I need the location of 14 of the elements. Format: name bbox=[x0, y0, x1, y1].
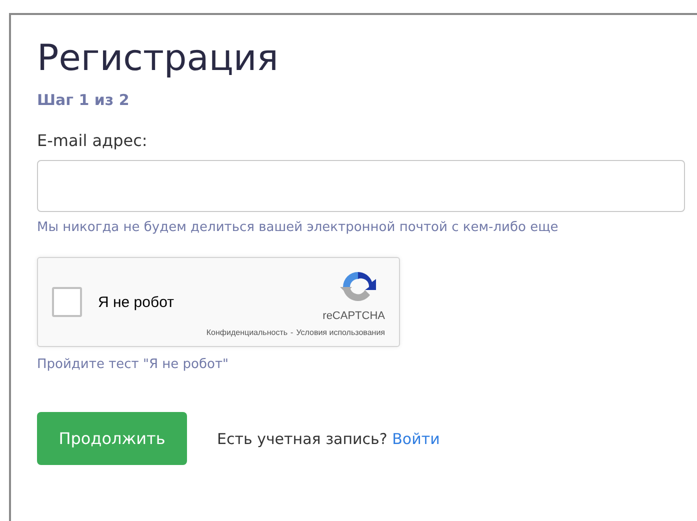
email-field[interactable] bbox=[37, 160, 685, 212]
captcha-label: Я не робот bbox=[98, 294, 174, 310]
terms-link[interactable]: Условия использования bbox=[296, 328, 385, 337]
step-indicator: Шаг 1 из 2 bbox=[37, 91, 130, 109]
privacy-link[interactable]: Конфиденциальность bbox=[206, 328, 288, 337]
page-title: Регистрация bbox=[37, 37, 280, 81]
captcha-error: Пройдите тест "Я не робот" bbox=[37, 357, 230, 372]
link-separator: - bbox=[290, 328, 294, 337]
field-label: E-mail адрес: bbox=[37, 131, 148, 150]
captcha-checkbox[interactable] bbox=[52, 287, 82, 317]
help-text: Мы никогда не будем делиться вашей электронной почтой с кем-либо еще bbox=[37, 220, 560, 235]
login-link[interactable]: Войти bbox=[392, 430, 440, 448]
recaptcha-brand: reCAPTCHA bbox=[322, 310, 385, 322]
login-prompt: Есть учетная запись? Войти bbox=[217, 430, 440, 448]
